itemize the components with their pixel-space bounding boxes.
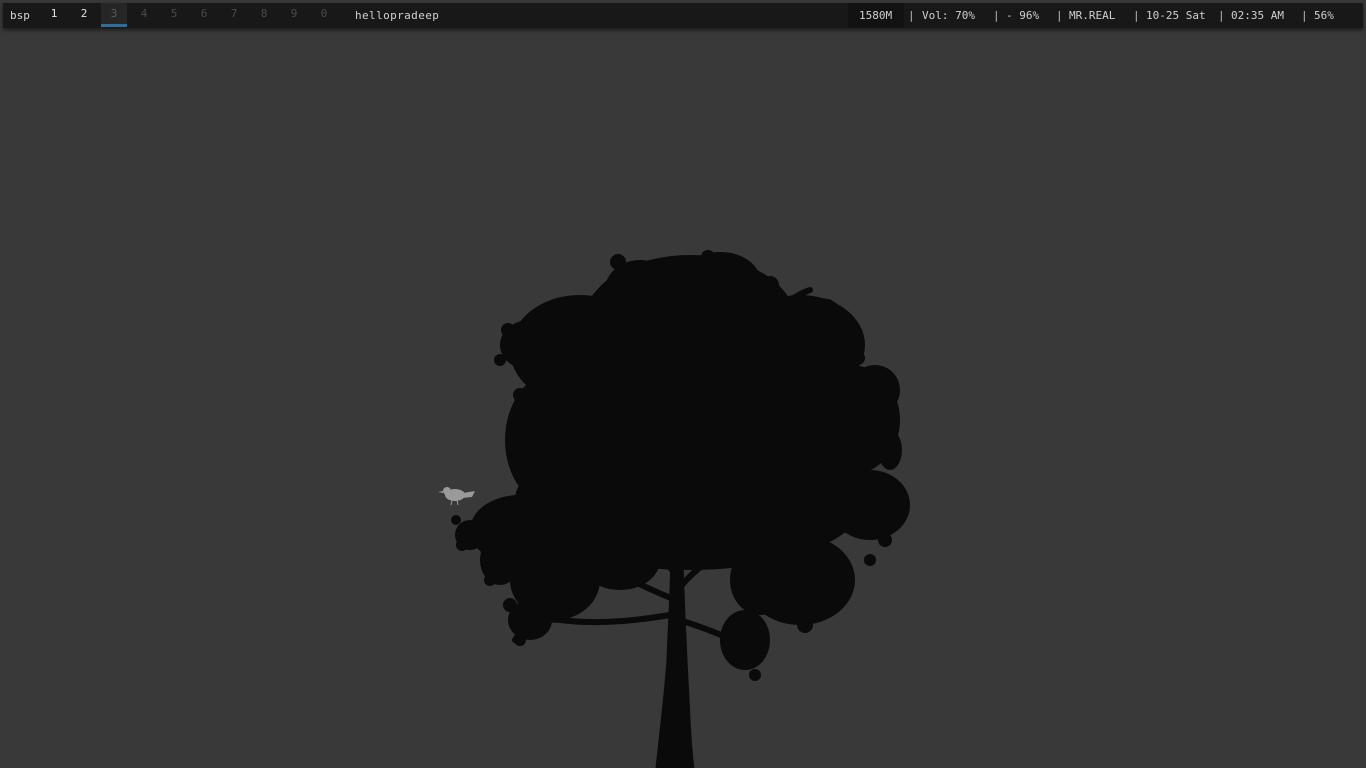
separator: | xyxy=(993,9,1000,22)
separator: | xyxy=(1218,9,1225,22)
workspace-2[interactable]: 2 xyxy=(71,1,97,26)
workspace-6[interactable]: 6 xyxy=(191,1,217,26)
workspace-1[interactable]: 1 xyxy=(41,1,67,26)
workspace-5[interactable]: 5 xyxy=(161,1,187,26)
workspace-7[interactable]: 7 xyxy=(221,1,247,26)
workspace-8[interactable]: 8 xyxy=(251,1,277,26)
separator: | xyxy=(1056,9,1063,22)
tree-silhouette xyxy=(451,250,910,768)
separator: | xyxy=(1133,9,1140,22)
top-bar: bsp 1 2 3 4 5 6 7 8 9 0 hellopradeep 158… xyxy=(3,3,1363,28)
brightness-status: 56% xyxy=(1314,9,1334,22)
desktop: bsp 1 2 3 4 5 6 7 8 9 0 hellopradeep 158… xyxy=(0,0,1366,768)
time-display: 02:35 AM xyxy=(1231,9,1284,22)
separator: | xyxy=(1301,9,1308,22)
tree-wallpaper xyxy=(438,250,910,768)
workspace-9[interactable]: 9 xyxy=(281,1,307,26)
memory-usage: 1580M xyxy=(859,9,893,22)
battery-status: - 96% xyxy=(1006,9,1040,22)
bird-silhouette xyxy=(438,487,475,506)
layout-indicator[interactable]: bsp xyxy=(10,3,30,28)
separator: | xyxy=(908,9,915,22)
volume-status[interactable]: Vol: 70% xyxy=(922,3,975,28)
workspace-4[interactable]: 4 xyxy=(131,1,157,26)
network-status[interactable]: MR.REAL xyxy=(1069,3,1115,28)
workspace-3[interactable]: 3 xyxy=(101,3,127,27)
workspace-0[interactable]: 0 xyxy=(311,1,337,26)
focused-window-title: hellopradeep xyxy=(355,9,440,22)
date-display: 10-25 Sat xyxy=(1146,9,1206,22)
